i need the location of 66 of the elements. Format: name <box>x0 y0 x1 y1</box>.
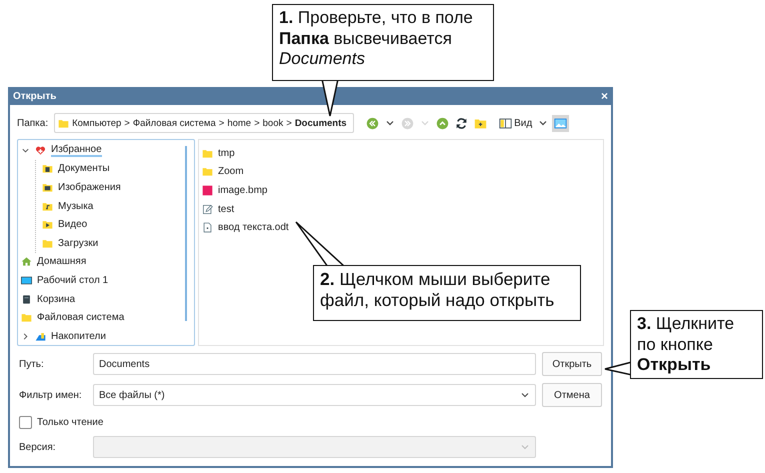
caret-icon <box>520 442 530 452</box>
folder-label: Папка: <box>17 118 48 128</box>
caret-icon <box>385 118 396 128</box>
readonly-label: Только чтение <box>37 417 104 428</box>
caret-icon <box>538 118 548 128</box>
path-segment[interactable]: Компьютер <box>72 118 122 128</box>
folder-icon <box>202 148 213 159</box>
home-icon <box>21 256 32 268</box>
file-item[interactable]: Zoom <box>218 166 244 178</box>
open-button[interactable]: Открыть <box>542 352 602 376</box>
pictures-folder-icon <box>42 182 53 193</box>
folder-icon <box>42 238 53 249</box>
monitor-icon <box>21 274 32 286</box>
file-item[interactable]: test <box>218 204 234 215</box>
sidebar-item[interactable]: Изображения <box>58 182 121 193</box>
sidebar-item[interactable]: Загрузки <box>58 238 98 249</box>
file-item[interactable]: tmp <box>218 148 235 159</box>
path-segment[interactable]: Documents <box>294 118 347 128</box>
callout: 1. Проверьте, что в поле Папка высвечивается Documents <box>272 4 494 81</box>
checkbox[interactable] <box>19 416 32 429</box>
path-separator: > <box>218 118 224 128</box>
scrollbar[interactable] <box>185 146 187 321</box>
path-segment[interactable]: home <box>227 118 252 128</box>
folder-icon <box>202 166 213 178</box>
file-item[interactable]: ввод текста.odt <box>218 222 289 234</box>
path-separator: > <box>254 118 260 128</box>
sidebar-item[interactable]: Музыка <box>58 200 94 212</box>
cancel-button[interactable]: Отмена <box>542 383 602 407</box>
trash-icon <box>21 294 32 305</box>
view-button[interactable]: Вид <box>497 114 534 132</box>
sidebar-item[interactable]: Корзина <box>37 294 76 305</box>
folder-path-field[interactable]: Компьютер > Файловая система > home > book > Documents <box>54 113 354 133</box>
folder-icon <box>58 118 70 128</box>
caret-icon <box>520 390 530 400</box>
sidebar-item[interactable]: Документы <box>58 163 110 174</box>
sidebar-item[interactable]: Накопители <box>51 330 106 342</box>
version-label: Версия: <box>19 442 57 452</box>
panels-icon <box>499 116 512 130</box>
sidebar-item[interactable]: Файловая система <box>37 312 124 324</box>
path-separator: > <box>286 118 292 128</box>
close-button[interactable]: × <box>600 89 608 103</box>
filter-dropdown[interactable]: Все файлы (*) <box>93 384 536 406</box>
filter-label: Фильтр имен: <box>19 390 83 400</box>
callout: 3. Щелкните по кнопке Открыть <box>630 310 763 379</box>
documents-folder-icon <box>42 163 53 174</box>
drive-icon <box>35 330 46 342</box>
window-title: Открыть <box>13 90 56 102</box>
path-label: Путь: <box>19 358 45 370</box>
sidebar-item[interactable]: Избранное <box>51 144 102 157</box>
document-file-icon <box>202 222 213 234</box>
path-segment[interactable]: Файловая система <box>132 118 216 128</box>
sidebar-item[interactable]: Видео <box>58 219 88 230</box>
sidebar-item[interactable]: Рабочий стол 1 <box>37 274 108 286</box>
video-folder-icon <box>42 219 53 230</box>
path-field[interactable]: Documents <box>93 353 536 375</box>
preview-button[interactable] <box>552 114 570 132</box>
sidebar-item[interactable]: Домашняя <box>37 256 86 268</box>
heart-icon <box>35 144 46 156</box>
text-file-icon <box>202 204 213 215</box>
image-file-icon <box>202 184 213 196</box>
music-folder-icon <box>42 200 53 212</box>
path-separator: > <box>124 118 130 128</box>
file-item[interactable]: image.bmp <box>218 184 268 196</box>
caret-icon <box>420 118 430 128</box>
path-segment[interactable]: book <box>262 118 284 128</box>
folder-icon <box>21 312 32 324</box>
